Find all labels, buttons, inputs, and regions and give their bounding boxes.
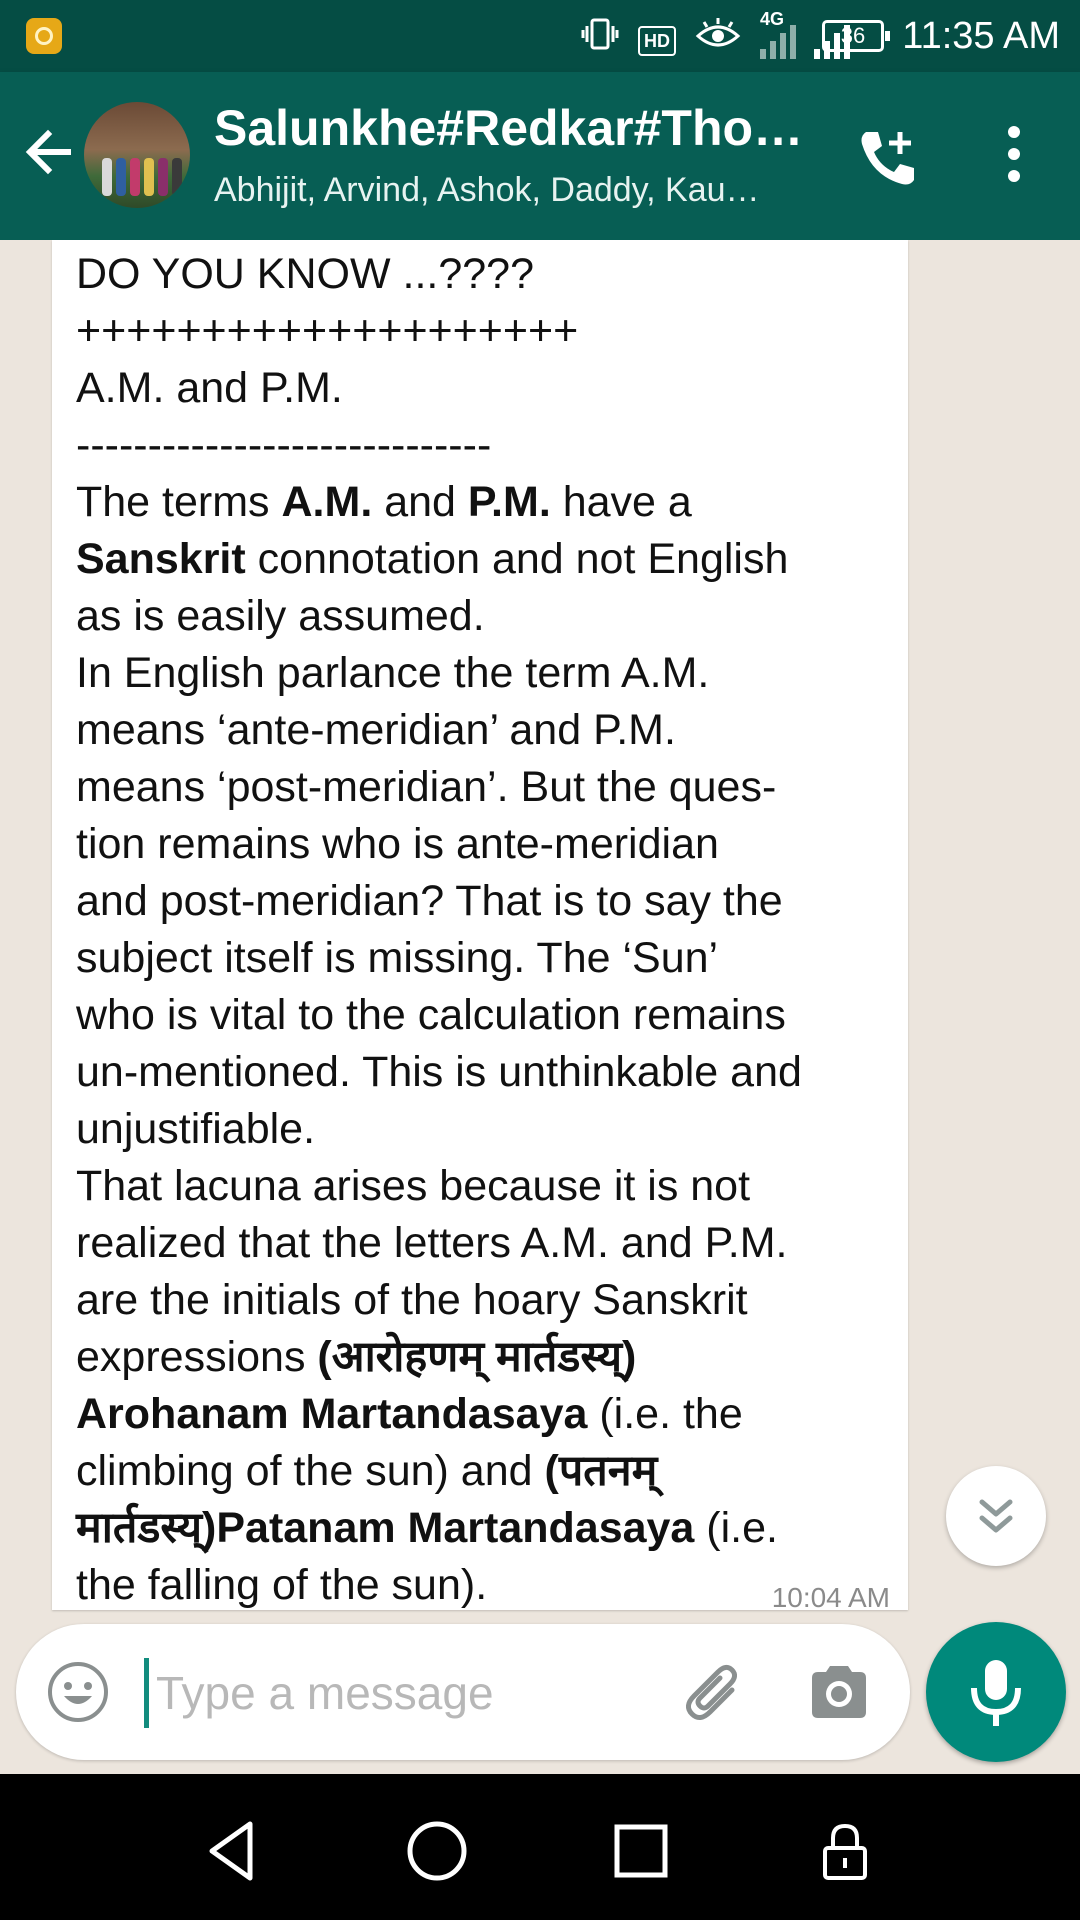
chat-title[interactable]: Salunkhe#Redkar#Tho…: [214, 96, 814, 160]
nav-home-icon[interactable]: [402, 1816, 472, 1886]
bold-term: (आरोहणम् मार्तडस्य्): [317, 1333, 637, 1381]
status-time: 11:35 AM: [902, 15, 1060, 57]
text-run: expressions: [76, 1333, 318, 1381]
group-avatar[interactable]: [84, 102, 190, 208]
message-line: and post-meridian? That is to say the: [76, 877, 783, 925]
message-line: That lacuna arises because it is not: [76, 1162, 751, 1210]
battery-icon: 36: [822, 20, 890, 52]
message-text: DO YOU KNOW ...???? ++++++++++++++++++++…: [76, 246, 884, 1614]
message-line: the falling of the sun).: [76, 1561, 488, 1609]
bold-term: Arohanam Martandasaya: [76, 1390, 588, 1438]
more-vert-icon[interactable]: [994, 124, 1034, 188]
mic-icon: [971, 1660, 1021, 1726]
vibrate-icon: [580, 14, 620, 67]
signal-4g-icon: 4G: [760, 9, 796, 59]
bold-term: A.M.: [281, 478, 373, 526]
nav-recents-icon[interactable]: [606, 1816, 676, 1886]
message-bubble[interactable]: DO YOU KNOW ...???? ++++++++++++++++++++…: [52, 240, 908, 1613]
message-line: expressions (आरोहणम् मार्तडस्य्): [76, 1329, 884, 1386]
mic-button[interactable]: [926, 1622, 1066, 1762]
message-line: Arohanam Martandasaya (i.e. the: [76, 1386, 884, 1443]
text-run: The terms: [76, 478, 282, 526]
message-line: who is vital to the calculation remains: [76, 991, 786, 1039]
text-cursor: [144, 1658, 149, 1728]
bold-term: P.M.: [467, 478, 551, 526]
message-line: मार्तडस्य्)Patanam Martandasaya (i.e.: [76, 1500, 884, 1557]
message-line: means ‘ante-meridian’ and P.M.: [76, 706, 676, 754]
message-line: as is easily assumed.: [76, 592, 485, 640]
hd-icon: HD: [638, 25, 676, 56]
message-line: tion remains who is ante-meridian: [76, 820, 719, 868]
text-run: climbing of the sun) and: [76, 1447, 545, 1495]
status-bar: HD 4G 36 11:35 AM: [0, 0, 1080, 72]
message-line: climbing of the sun) and (पतनम्: [76, 1443, 884, 1500]
text-run: have a: [550, 478, 692, 526]
emoji-icon[interactable]: [46, 1660, 110, 1724]
message-input[interactable]: [154, 1652, 658, 1734]
back-arrow-icon[interactable]: [20, 124, 76, 180]
message-line: DO YOU KNOW ...????: [76, 250, 535, 298]
message-line: unjustifiable.: [76, 1105, 316, 1153]
camera-icon[interactable]: [808, 1664, 870, 1720]
bold-term: Sanskrit: [76, 535, 246, 583]
nav-back-icon[interactable]: [198, 1816, 268, 1886]
chat-header: Salunkhe#Redkar#Tho… Abhijit, Arvind, As…: [0, 72, 1080, 240]
text-run: and: [372, 478, 468, 526]
message-line: realized that the letters A.M. and P.M.: [76, 1219, 788, 1267]
message-line: -----------------------------: [76, 421, 492, 469]
bold-term: मार्तडस्य्)Patanam Martandasaya: [76, 1504, 695, 1552]
system-nav-bar: [0, 1774, 1080, 1920]
message-line: Sanskrit connotation and not English: [76, 531, 884, 588]
message-line: ++++++++++++++++++++: [76, 307, 579, 355]
message-line: The terms A.M. and P.M. have a: [76, 474, 884, 531]
message-line: subject itself is missing. The ‘Sun’: [76, 934, 719, 982]
message-line: are the initials of the hoary Sanskrit: [76, 1276, 748, 1324]
text-run: connotation and not English: [245, 535, 789, 583]
scroll-down-button[interactable]: [946, 1466, 1046, 1566]
nav-lock-icon[interactable]: [810, 1816, 880, 1886]
double-chevron-down-icon: [979, 1499, 1013, 1533]
eye-icon: [694, 14, 742, 67]
attach-icon[interactable]: [680, 1660, 750, 1730]
app-notification-icon: [26, 18, 62, 54]
chat-area[interactable]: DO YOU KNOW ...???? ++++++++++++++++++++…: [0, 240, 1080, 1774]
message-composer: [16, 1624, 910, 1760]
message-line: In English parlance the term A.M.: [76, 649, 710, 697]
message-line: A.M. and P.M.: [76, 364, 343, 412]
message-line: un-mentioned. This is unthinkable and: [76, 1048, 802, 1096]
message-timestamp: 10:04 AM: [771, 1582, 890, 1613]
text-run: (i.e. the: [587, 1390, 743, 1438]
add-call-icon[interactable]: [852, 122, 924, 194]
chat-participants[interactable]: Abhijit, Arvind, Ashok, Daddy, Kau…: [214, 166, 814, 214]
bold-term: (पतनम्: [544, 1447, 658, 1495]
message-line: means ‘post-meridian’. But the ques-: [76, 763, 777, 811]
text-run: (i.e.: [694, 1504, 778, 1552]
status-icons: HD 4G: [580, 9, 850, 67]
